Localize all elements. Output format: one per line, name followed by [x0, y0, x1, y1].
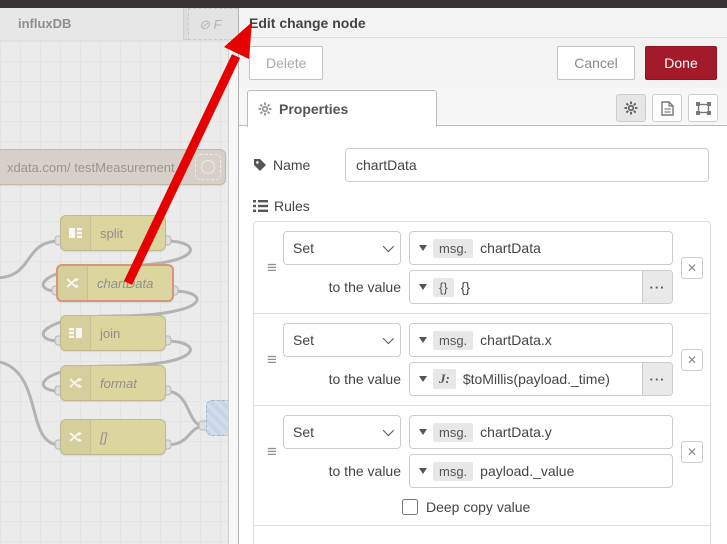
rule-row: ≡ Set msg. chartData to the value {} {} … — [254, 222, 710, 313]
rule-action-select[interactable]: Set — [283, 415, 401, 449]
type-select-caret-icon[interactable] — [419, 429, 427, 435]
name-input[interactable] — [345, 148, 709, 182]
rule-property-input[interactable]: msg. chartData.y — [409, 415, 673, 449]
type-select-caret-icon[interactable] — [419, 337, 427, 343]
chevron-down-icon — [382, 424, 395, 437]
rule-divider — [254, 525, 710, 526]
deep-copy-label: Deep copy value — [426, 499, 531, 515]
name-row: Name — [253, 148, 715, 182]
rule-value-input[interactable]: msg. payload._value — [409, 454, 673, 488]
remove-rule-button[interactable]: ✕ — [681, 440, 703, 463]
drag-handle-icon[interactable]: ≡ — [261, 350, 283, 370]
type-select-caret-icon[interactable] — [419, 245, 427, 251]
deep-copy-row: Deep copy value — [402, 499, 710, 515]
jsonata-type-chip: J: — [433, 369, 456, 389]
list-icon — [253, 200, 268, 212]
description-button[interactable] — [652, 94, 682, 122]
rule-action-select[interactable]: Set — [283, 231, 401, 265]
drag-handle-icon[interactable]: ≡ — [261, 442, 283, 462]
node-config-form: Name Rules ≡ Set — [239, 126, 727, 544]
workspace-shade — [0, 8, 238, 544]
expand-value-editor-button[interactable]: ··· — [642, 271, 672, 303]
expand-icon — [695, 101, 711, 115]
type-chip: {} — [433, 277, 454, 297]
to-value-label: to the value — [328, 279, 401, 295]
type-chip: msg. — [433, 422, 474, 442]
tab-properties[interactable]: Properties — [247, 90, 437, 127]
to-value-label: to the value — [328, 463, 401, 479]
type-chip: msg. — [433, 330, 474, 350]
to-value-label: to the value — [328, 371, 401, 387]
rule-value-input[interactable]: J: $toMillis(payload._time) ··· — [409, 362, 673, 396]
rules-label: Rules — [253, 198, 715, 214]
type-select-caret-icon[interactable] — [419, 284, 427, 290]
delete-button[interactable]: Delete — [249, 46, 324, 80]
deep-copy-checkbox[interactable] — [402, 499, 418, 515]
chevron-down-icon — [382, 332, 395, 345]
chevron-down-icon — [382, 240, 395, 253]
rule-action-select[interactable]: Set — [283, 323, 401, 357]
type-chip: msg. — [433, 461, 474, 481]
tray-title: Edit change node — [239, 8, 727, 38]
tab-properties-label: Properties — [279, 101, 349, 117]
name-label: Name — [253, 157, 345, 173]
expand-editor-button[interactable] — [688, 94, 718, 122]
tag-icon — [253, 158, 267, 172]
rule-row: ≡ Set msg. chartData.x to the value J: $… — [254, 314, 710, 405]
remove-rule-button[interactable]: ✕ — [681, 348, 703, 371]
properties-view-button[interactable] — [616, 94, 646, 122]
gear-icon — [624, 101, 638, 115]
edit-tray: Edit change node Delete Cancel Done Prop… — [238, 8, 727, 544]
type-select-caret-icon[interactable] — [419, 468, 427, 474]
rule-property-input[interactable]: msg. chartData — [409, 231, 673, 265]
editor-tabrow: Properties — [239, 88, 727, 127]
type-chip: msg. — [433, 238, 474, 258]
flow-workspace[interactable]: influxDB ⊘ F xdata.com/ testMeasurement … — [0, 8, 248, 544]
header-bar — [0, 0, 727, 8]
done-button[interactable]: Done — [645, 46, 717, 80]
rule-row: ≡ Set msg. chartData.y to the value msg.… — [254, 406, 710, 497]
expand-value-editor-button[interactable]: ··· — [642, 363, 672, 395]
workspace-scrollbar[interactable] — [228, 41, 238, 544]
drag-handle-icon[interactable]: ≡ — [261, 258, 283, 278]
remove-rule-button[interactable]: ✕ — [681, 256, 703, 279]
gear-icon — [258, 102, 272, 116]
rule-property-input[interactable]: msg. chartData.x — [409, 323, 673, 357]
cancel-button[interactable]: Cancel — [557, 46, 635, 80]
document-icon — [660, 100, 674, 116]
app-window: influxDB ⊘ F xdata.com/ testMeasurement … — [0, 0, 727, 544]
tray-toolbar: Delete Cancel Done — [239, 38, 727, 88]
rules-list: ≡ Set msg. chartData to the value {} {} … — [253, 221, 711, 544]
type-select-caret-icon[interactable] — [419, 376, 427, 382]
rule-value-input[interactable]: {} {} ··· — [409, 270, 673, 304]
